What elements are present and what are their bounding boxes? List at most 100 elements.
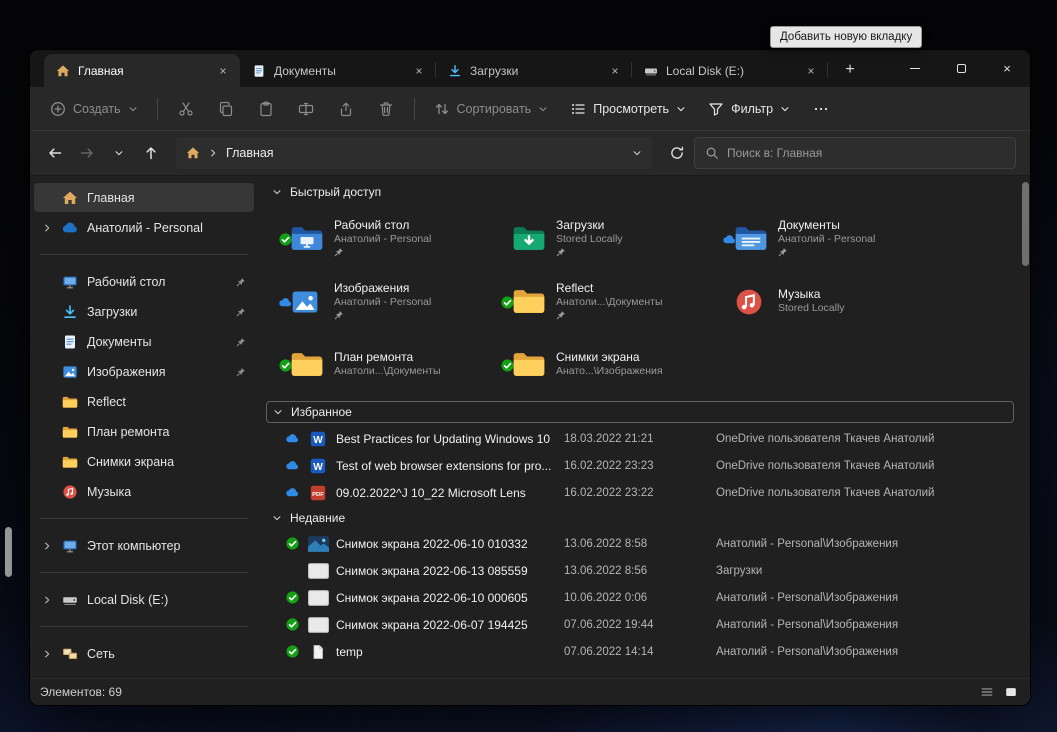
tab-downloads[interactable]: Загрузки × (436, 54, 632, 87)
sidebar-item-desktop[interactable]: Рабочий стол (34, 267, 254, 296)
copy-button[interactable] (207, 93, 245, 125)
breadcrumb-item[interactable]: Главная (226, 146, 274, 160)
new-tab-button[interactable]: + (836, 57, 864, 83)
pin-icon (334, 247, 344, 257)
section-recent-header[interactable]: Недавние (266, 506, 1014, 530)
back-button[interactable] (40, 138, 70, 168)
image-thumbnail-icon (306, 536, 330, 552)
tab-label: Главная (78, 63, 124, 78)
chevron-down-icon[interactable] (272, 187, 282, 197)
section-quick-access-header[interactable]: Быстрый доступ (266, 180, 1014, 204)
documents-folder-icon (734, 224, 768, 252)
more-options-button[interactable] (802, 93, 840, 125)
file-list-pane: Быстрый доступ Рабочий стол Анатолий - P… (258, 176, 1030, 678)
maximize-button[interactable] (938, 50, 984, 87)
tab-label: Документы (274, 63, 336, 78)
sidebar-item-plan-remonta[interactable]: План ремонта (34, 417, 254, 446)
tile-text: Рабочий стол Анатолий - Personal (334, 218, 431, 257)
tile-snimki-ekrana[interactable]: Снимки экрана Анато...\Изображения (494, 332, 716, 395)
document-icon (62, 334, 78, 350)
sidebar-item-music[interactable]: Музыка (34, 477, 254, 506)
sidebar-item-this-pc[interactable]: Этот компьютер (34, 531, 254, 560)
sidebar-item-network[interactable]: Сеть (34, 639, 254, 668)
tile-plan-remonta[interactable]: План ремонта Анатоли...\Документы (272, 332, 494, 395)
up-button[interactable] (136, 138, 166, 168)
search-input[interactable] (727, 146, 1005, 160)
tile-text: План ремонта Анатоли...\Документы (334, 350, 441, 377)
delete-button[interactable] (367, 93, 405, 125)
folder-icon (512, 350, 546, 378)
folder-icon (512, 287, 546, 315)
tile-reflect[interactable]: Reflect Анатоли...\Документы (494, 269, 716, 332)
file-row[interactable]: Снимок экрана 2022-06-07 194425 07.06.20… (266, 611, 1014, 638)
tile-name: Музыка (778, 287, 821, 301)
chevron-right-icon[interactable] (42, 223, 53, 233)
chevron-right-icon[interactable] (42, 595, 53, 605)
chevron-down-icon (128, 104, 138, 114)
tab-documents[interactable]: Документы × (240, 54, 436, 87)
home-icon (62, 190, 78, 206)
download-icon (62, 304, 78, 320)
details-view-icon[interactable] (980, 685, 994, 699)
file-row[interactable]: Best Practices for Updating Windows 10 1… (266, 425, 1014, 452)
file-row[interactable]: Снимок экрана 2022-06-10 000605 10.06.20… (266, 584, 1014, 611)
sidebar-item-documents[interactable]: Документы (34, 327, 254, 356)
section-favorites-header[interactable]: Избранное (266, 401, 1014, 423)
page-scrollbar[interactable] (5, 527, 12, 577)
sidebar-item-pictures[interactable]: Изображения (34, 357, 254, 386)
create-button[interactable]: Создать (40, 93, 148, 125)
refresh-button[interactable] (662, 138, 692, 168)
sidebar-item-local-disk-e[interactable]: Local Disk (E:) (34, 585, 254, 614)
large-thumbnails-view-icon[interactable] (1004, 685, 1018, 699)
sidebar-item-label: Анатолий - Personal (87, 220, 203, 235)
navigation-pane: Главная Анатолий - Personal Рабочий стол (30, 176, 258, 678)
sidebar-item-snimki-ekrana[interactable]: Снимки экрана (34, 447, 254, 476)
close-tab-icon[interactable]: × (214, 62, 232, 80)
file-date: 18.03.2022 21:21 (564, 432, 654, 445)
file-location: Анатолий - Personal\Изображения (716, 645, 899, 658)
close-button[interactable]: × (984, 50, 1030, 87)
tile-downloads[interactable]: Загрузки Stored Locally (494, 206, 716, 269)
filter-button[interactable]: Фильтр (698, 93, 800, 125)
breadcrumb[interactable]: Главная (176, 137, 652, 169)
tab-home[interactable]: Главная × (44, 54, 240, 87)
chevron-right-icon[interactable] (42, 541, 53, 551)
share-icon (338, 101, 354, 117)
main-scrollbar[interactable] (1022, 182, 1029, 266)
file-row[interactable]: Test of web browser extensions for pro..… (266, 452, 1014, 479)
more-icon (813, 101, 829, 117)
forward-button[interactable] (72, 138, 102, 168)
chevron-right-icon[interactable] (42, 649, 53, 659)
sort-button[interactable]: Сортировать (424, 93, 559, 125)
tile-music[interactable]: Музыка Stored Locally (716, 269, 938, 332)
chevron-down-icon[interactable] (632, 148, 642, 158)
sync-ok-icon (284, 645, 300, 658)
share-button[interactable] (327, 93, 365, 125)
chevron-down-icon[interactable] (272, 513, 282, 523)
paste-button[interactable] (247, 93, 285, 125)
tab-local-disk-e[interactable]: Local Disk (E:) × (632, 54, 828, 87)
sidebar-item-home[interactable]: Главная (34, 183, 254, 212)
recent-locations-button[interactable] (104, 138, 134, 168)
close-tab-icon[interactable]: × (802, 62, 820, 80)
minimize-button[interactable] (892, 50, 938, 87)
file-row[interactable]: temp 07.06.2022 14:14 Анатолий - Persona… (266, 638, 1014, 665)
close-tab-icon[interactable]: × (410, 62, 428, 80)
tile-desktop[interactable]: Рабочий стол Анатолий - Personal (272, 206, 494, 269)
sidebar-item-onedrive[interactable]: Анатолий - Personal (34, 213, 254, 242)
search-box[interactable] (694, 137, 1016, 169)
view-button[interactable]: Просмотреть (560, 93, 696, 125)
file-row[interactable]: Снимок экрана 2022-06-13 085559 13.06.20… (266, 557, 1014, 584)
sidebar-item-downloads[interactable]: Загрузки (34, 297, 254, 326)
sidebar-item-reflect[interactable]: Reflect (34, 387, 254, 416)
tile-pictures[interactable]: Изображения Анатолий - Personal (272, 269, 494, 332)
rename-button[interactable] (287, 93, 325, 125)
chevron-down-icon[interactable] (273, 407, 283, 417)
file-row[interactable]: Снимок экрана 2022-06-10 010332 13.06.20… (266, 530, 1014, 557)
pin-icon (236, 307, 246, 317)
file-row[interactable]: 09.02.2022^J 10_22 Microsoft Lens 16.02.… (266, 479, 1014, 506)
sidebar-item-label: Музыка (87, 484, 132, 499)
tile-documents[interactable]: Документы Анатолий - Personal (716, 206, 938, 269)
close-tab-icon[interactable]: × (606, 62, 624, 80)
cut-button[interactable] (167, 93, 205, 125)
